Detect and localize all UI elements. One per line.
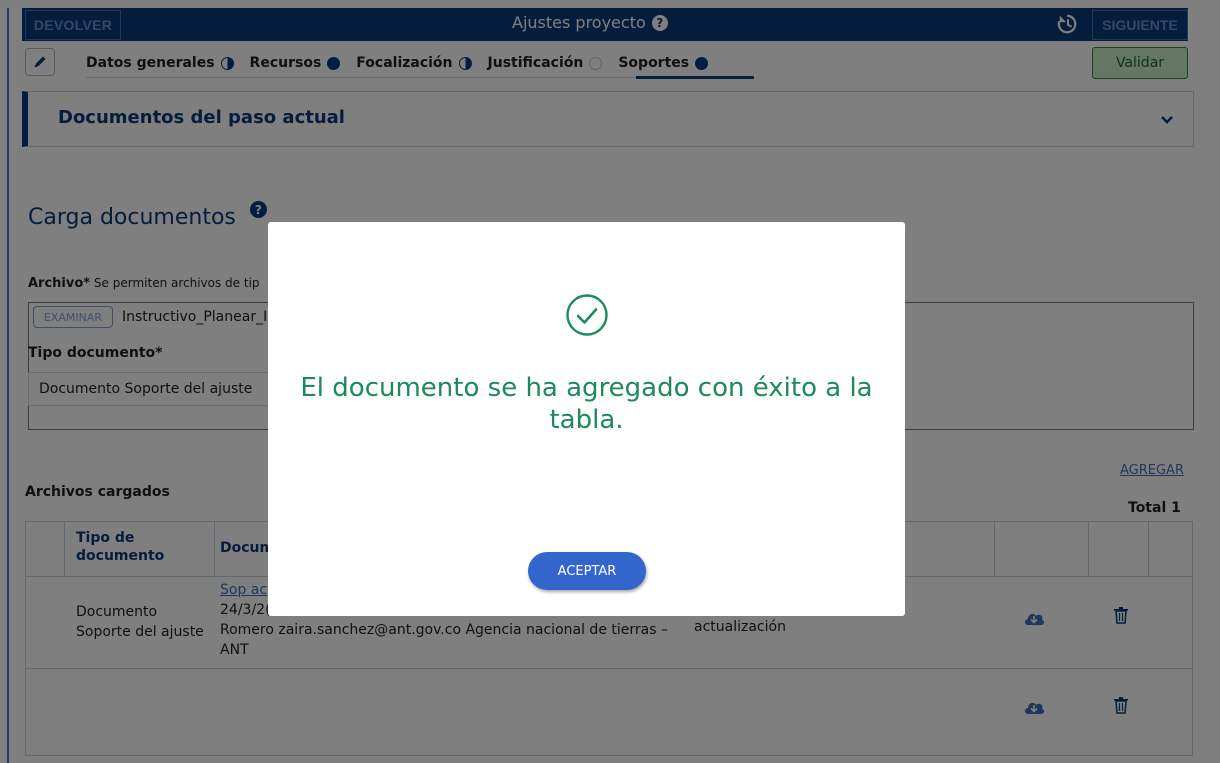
success-message: El documento se ha agregado con éxito a … [300, 373, 873, 435]
success-modal: El documento se ha agregado con éxito a … [268, 222, 905, 616]
aceptar-button[interactable]: ACEPTAR [528, 552, 646, 590]
check-circle-icon [566, 294, 608, 336]
